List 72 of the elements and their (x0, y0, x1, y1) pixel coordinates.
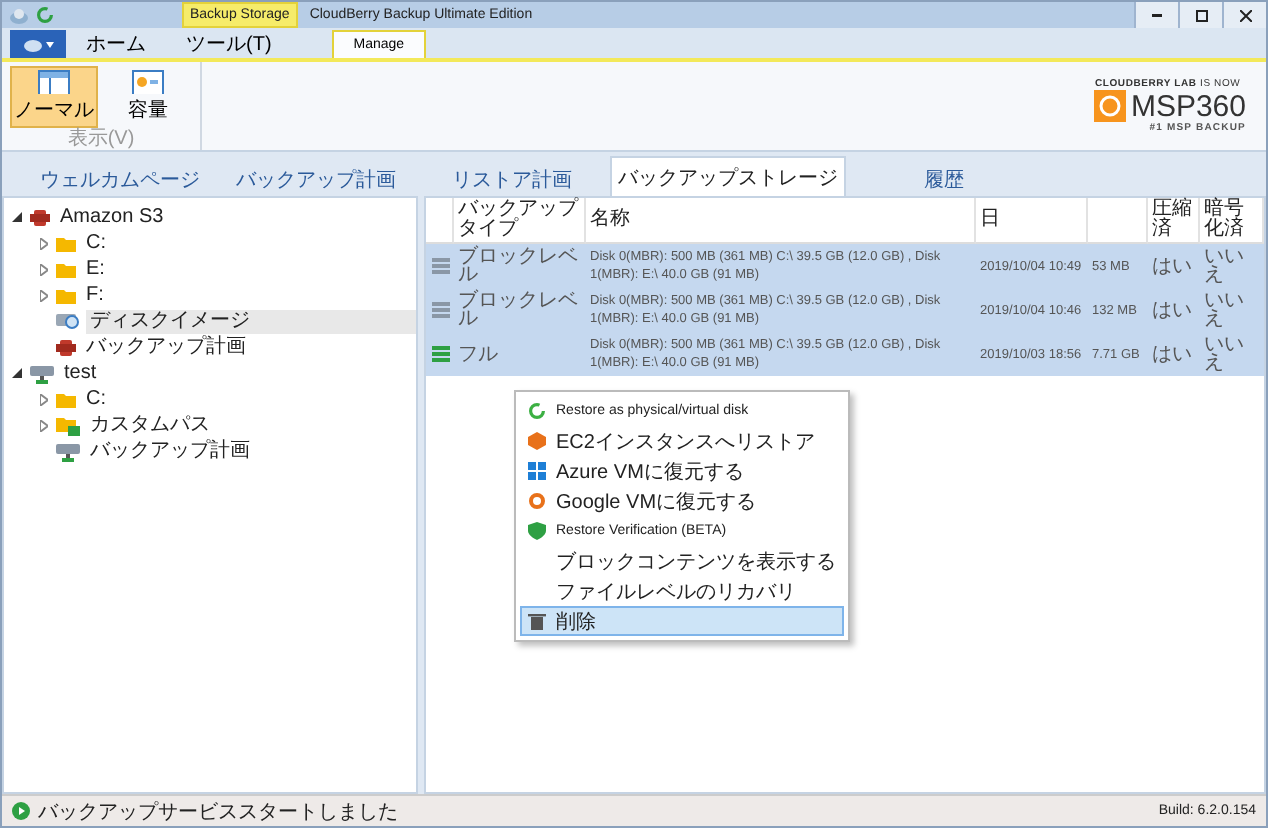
caret-icon (45, 41, 53, 47)
collapsed-arrow-icon[interactable] (39, 237, 47, 249)
main-tab[interactable]: バックアップ計画 (218, 162, 414, 196)
app-icon (23, 36, 41, 52)
logo-name: MSP360 (1130, 91, 1246, 121)
close-icon (1239, 9, 1251, 21)
expanded-arrow-icon[interactable] (12, 212, 22, 222)
maximize-icon (1195, 9, 1207, 21)
tree-item[interactable]: ディスクイメージ (86, 309, 416, 333)
status-message: バックアップサービススタートしました (38, 799, 398, 825)
minimize-icon (1152, 13, 1162, 17)
tree-item[interactable]: test (60, 361, 101, 385)
main-tab[interactable]: 履歴 (846, 162, 1042, 196)
app-icon (10, 6, 28, 24)
close-button[interactable] (1222, 2, 1266, 28)
normal-view-button[interactable]: ノーマル (10, 66, 98, 128)
disk-image-icon (56, 312, 80, 330)
table-cell: はい (1148, 332, 1200, 376)
bucket-icon (56, 337, 76, 357)
tree-item[interactable]: バックアップ計画 (86, 439, 254, 463)
ring-icon (528, 492, 546, 510)
tree-item[interactable]: バックアップ計画 (82, 335, 250, 359)
tree-item[interactable]: カスタムパス (86, 413, 214, 437)
logo-icon (1094, 90, 1127, 122)
computer-icon (56, 441, 80, 461)
trash-icon (528, 612, 546, 630)
windows-icon (528, 462, 546, 480)
refresh-icon (36, 6, 54, 24)
collapsed-arrow-icon[interactable] (39, 419, 47, 431)
table-cell: はい (1148, 288, 1200, 332)
shield-icon (528, 522, 546, 540)
collapsed-arrow-icon[interactable] (39, 289, 47, 301)
expanded-arrow-icon[interactable] (12, 368, 22, 378)
tree-item[interactable]: C: (82, 231, 110, 255)
capacity-view-button[interactable]: 容量 (104, 66, 192, 128)
menu-item[interactable]: EC2インスタンスへリストア (520, 426, 844, 456)
refresh-icon (528, 402, 546, 420)
table-cell: いいえ (1200, 332, 1264, 376)
layout-icon (38, 70, 70, 94)
tree-item[interactable]: E: (82, 257, 109, 281)
menu-item[interactable]: 削除 (520, 606, 844, 636)
main-tab[interactable]: リストア計画 (414, 162, 610, 196)
table-cell: いいえ (1200, 244, 1264, 288)
app-menu-button[interactable] (10, 30, 66, 58)
table-cell: いいえ (1200, 288, 1264, 332)
minimize-button[interactable] (1134, 2, 1178, 28)
tree-item[interactable]: C: (82, 387, 110, 411)
table-cell: ブロックレベル (454, 288, 586, 332)
collapsed-arrow-icon[interactable] (39, 393, 47, 405)
group-label: 表示(V) (67, 128, 135, 150)
tree-item[interactable]: F: (82, 283, 108, 307)
main-tab[interactable]: バックアップストレージ (610, 156, 846, 196)
computer-icon (30, 363, 54, 383)
bucket-icon (30, 207, 50, 227)
ribbon-tab[interactable]: ホーム (66, 30, 166, 58)
table-cell: フル (454, 332, 586, 376)
play-icon (12, 802, 30, 820)
collapsed-arrow-icon[interactable] (39, 263, 47, 275)
custom-folder-icon (56, 415, 80, 435)
menu-item[interactable]: Azure VMに復元する (520, 456, 844, 486)
menu-item[interactable]: Google VMに復元する (520, 486, 844, 516)
chart-icon (132, 70, 164, 94)
hexagon-icon (528, 432, 546, 450)
menu-item[interactable]: ファイルレベルのリカバリ (520, 576, 844, 606)
folder-icon (56, 391, 76, 407)
table-cell: はい (1148, 244, 1200, 288)
menu-item[interactable]: ブロックコンテンツを表示する (520, 546, 844, 576)
maximize-button[interactable] (1178, 2, 1222, 28)
ribbon-tab[interactable]: ツール(T) (166, 30, 292, 58)
table-cell: ブロックレベル (454, 244, 586, 288)
tree-item[interactable]: Amazon S3 (56, 205, 168, 229)
main-tab[interactable]: ウェルカムページ (22, 162, 218, 196)
